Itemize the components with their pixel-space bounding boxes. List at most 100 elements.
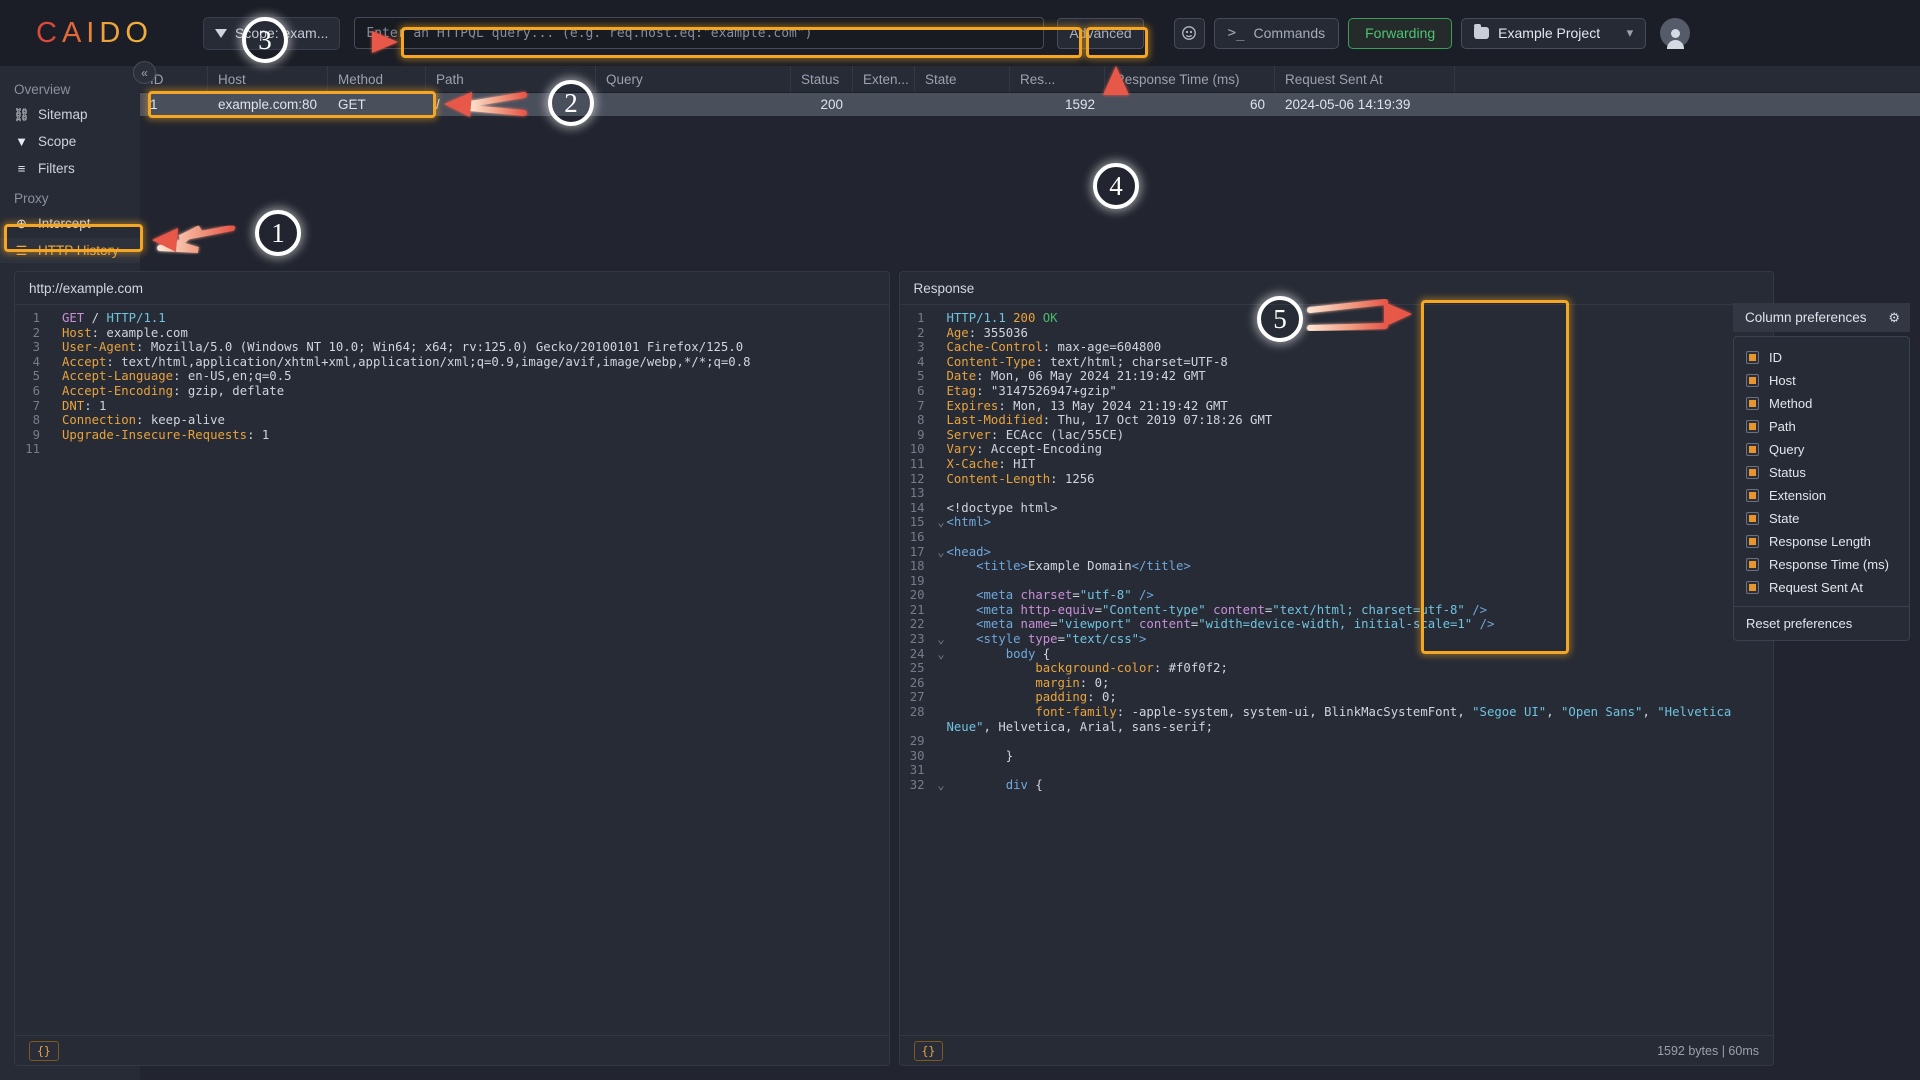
line-number: 11 (900, 457, 936, 472)
column-header-res_time[interactable]: Response Time (ms) (1105, 66, 1275, 92)
gear-icon[interactable]: ⚙ (1888, 310, 1900, 326)
column-pref-id[interactable]: ID (1734, 346, 1909, 369)
sidebar-item-intercept[interactable]: ⊕ Intercept (0, 211, 140, 236)
column-header-query[interactable]: Query (596, 66, 791, 92)
cell-extension (853, 93, 915, 116)
column-header-res_length[interactable]: Res... (1010, 66, 1105, 92)
sidebar-item-http-history[interactable]: ☰ HTTP History (0, 238, 140, 263)
user-avatar[interactable] (1660, 18, 1690, 48)
fold-toggle-icon[interactable]: ⌄ (936, 545, 947, 560)
column-pref-status[interactable]: Status (1734, 461, 1909, 484)
column-pref-query[interactable]: Query (1734, 438, 1909, 461)
code-line: 16 (900, 530, 1774, 545)
code-line: 6 Etag: "3147526947+gzip" (900, 384, 1774, 399)
column-header-sent_at[interactable]: Request Sent At (1275, 66, 1455, 92)
fold-toggle-icon (51, 428, 62, 443)
code-text: Accept-Encoding: gzip, deflate (62, 384, 292, 399)
checkbox[interactable] (1746, 512, 1759, 525)
reset-preferences-button[interactable]: Reset preferences (1734, 606, 1909, 640)
response-code-view[interactable]: 1 HTTP/1.1 200 OK 2 Age: 355036 3 Cache-Contr… (900, 305, 1774, 1035)
checkbox[interactable] (1746, 466, 1759, 479)
code-line: 27 padding: 0; (900, 690, 1774, 705)
column-pref-label: Status (1769, 465, 1806, 480)
caido-app: CAIDO Scope: exam... Advanced >_ Command… (0, 0, 1920, 1080)
column-pref-label: Extension (1769, 488, 1826, 503)
code-line: 13 (900, 486, 1774, 501)
request-panel-footer: {} (15, 1035, 889, 1065)
code-line: 31 (900, 763, 1774, 778)
column-pref-method[interactable]: Method (1734, 392, 1909, 415)
code-line: 22 <meta name="viewport" content="width=… (900, 617, 1774, 632)
checkbox[interactable] (1746, 420, 1759, 433)
annotation-badge-4: 4 (1093, 163, 1139, 209)
sidebar-item-scope[interactable]: ▼ Scope (0, 129, 140, 154)
column-pref-extension[interactable]: Extension (1734, 484, 1909, 507)
column-preferences-header[interactable]: Column preferences ⚙ (1733, 303, 1910, 332)
checkbox[interactable] (1746, 443, 1759, 456)
fold-toggle-icon (936, 690, 947, 705)
column-header-method[interactable]: Method (328, 66, 426, 92)
project-selector[interactable]: Example Project ▾ (1461, 18, 1646, 49)
code-line: 1 GET / HTTP/1.1 (15, 311, 889, 326)
sidebar-item-filters[interactable]: ≡ Filters (0, 156, 140, 181)
chevron-down-icon: ▾ (1627, 25, 1634, 41)
checkbox[interactable] (1746, 581, 1759, 594)
code-line: 18 <title>Example Domain</title> (900, 559, 1774, 574)
line-number: 5 (15, 369, 51, 384)
column-header-extension[interactable]: Exten... (853, 66, 915, 92)
line-number: 9 (15, 428, 51, 443)
request-panel: http://example.com 1 GET / HTTP/1.1 2 Host:… (14, 271, 890, 1066)
column-pref-request-sent-at[interactable]: Request Sent At (1734, 576, 1909, 599)
line-number: 10 (900, 442, 936, 457)
code-text: Host: example.com (62, 326, 196, 341)
checkbox[interactable] (1746, 397, 1759, 410)
code-text: <html> (947, 515, 999, 530)
fold-toggle-icon[interactable]: ⌄ (936, 515, 947, 530)
fold-toggle-icon[interactable]: ⌄ (936, 632, 947, 647)
request-code-view[interactable]: 1 GET / HTTP/1.1 2 Host: example.com 3 User-A… (15, 305, 889, 1035)
column-header-state[interactable]: State (915, 66, 1010, 92)
line-number: 27 (900, 690, 936, 705)
cell-host: example.com:80 (208, 93, 328, 116)
column-pref-label: Response Length (1769, 534, 1871, 549)
advanced-label: Advanced (1069, 25, 1131, 41)
column-pref-response-length[interactable]: Response Length (1734, 530, 1909, 553)
table-row[interactable]: 1 example.com:80 GET/200 1592 60 2024-05-06 1… (140, 93, 1920, 116)
project-label: Example Project (1498, 25, 1600, 41)
checkbox[interactable] (1746, 351, 1759, 364)
code-line: 1 HTTP/1.1 200 OK (900, 311, 1774, 326)
column-pref-path[interactable]: Path (1734, 415, 1909, 438)
checkbox[interactable] (1746, 558, 1759, 571)
help-button[interactable] (1174, 18, 1205, 49)
fold-toggle-icon[interactable]: ⌄ (936, 778, 947, 793)
line-number: 17 (900, 545, 936, 560)
column-pref-label: Path (1769, 419, 1796, 434)
sidebar-item-sitemap[interactable]: ⛓ Sitemap (0, 102, 140, 127)
request-format-button[interactable]: {} (29, 1041, 59, 1061)
code-line: 10 Vary: Accept-Encoding (900, 442, 1774, 457)
column-pref-host[interactable]: Host (1734, 369, 1909, 392)
checkbox[interactable] (1746, 489, 1759, 502)
checkbox[interactable] (1746, 535, 1759, 548)
fold-toggle-icon (936, 369, 947, 384)
column-header-status[interactable]: Status (791, 66, 853, 92)
checkbox[interactable] (1746, 374, 1759, 387)
column-pref-response-time-ms[interactable]: Response Time (ms) (1734, 553, 1909, 576)
cell-query (596, 93, 791, 116)
funnel-icon (215, 29, 227, 38)
fold-toggle-icon (51, 311, 62, 326)
fold-toggle-icon[interactable]: ⌄ (936, 647, 947, 662)
code-line: 9 Server: ECAcc (lac/55CE) (900, 428, 1774, 443)
httpql-query-input[interactable] (354, 17, 1044, 49)
code-line: 7 Expires: Mon, 13 May 2024 21:19:42 GMT (900, 399, 1774, 414)
sidebar-collapse-button[interactable]: « (133, 61, 156, 84)
cell-status: 200 (791, 93, 853, 116)
advanced-button[interactable]: Advanced (1057, 18, 1143, 49)
response-format-button[interactable]: {} (914, 1041, 944, 1061)
sidebar-item-label: Filters (38, 161, 75, 176)
column-header-host[interactable]: Host (208, 66, 328, 92)
commands-button[interactable]: >_ Commands (1214, 18, 1339, 49)
forwarding-status-button[interactable]: Forwarding (1348, 18, 1452, 49)
column-pref-state[interactable]: State (1734, 507, 1909, 530)
line-number: 19 (900, 574, 936, 589)
